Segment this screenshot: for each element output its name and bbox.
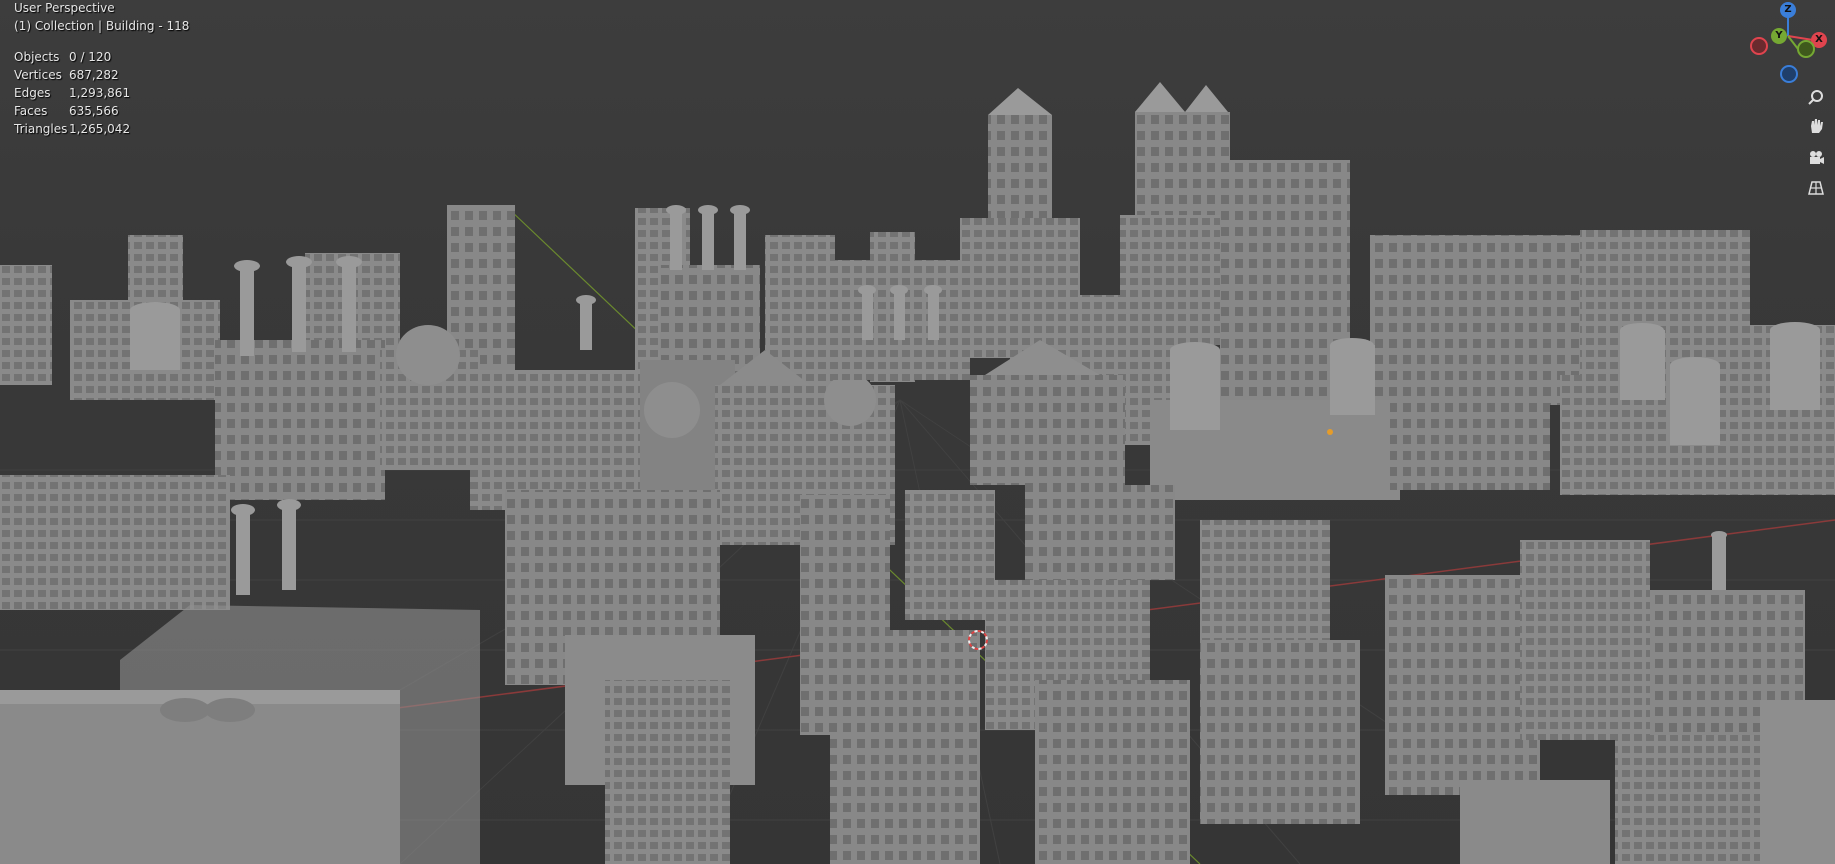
pan-button[interactable]	[1803, 113, 1829, 139]
collection-label: (1) Collection | Building - 118	[14, 19, 190, 33]
stat-faces: Faces 635,566	[14, 102, 130, 120]
3d-viewport[interactable]: User Perspective (1) Collection | Buildi…	[0, 0, 1835, 864]
foreground-buildings	[0, 475, 1835, 864]
zoom-button[interactable]	[1803, 84, 1829, 110]
gizmo-neg-x-axis[interactable]	[1750, 37, 1768, 55]
camera-icon	[1810, 151, 1824, 164]
camera-view-button[interactable]	[1803, 145, 1829, 171]
zoom-icon	[1808, 90, 1823, 105]
stat-value: 635,566	[69, 104, 119, 118]
stat-vertices: Vertices 687,282	[14, 66, 130, 84]
stat-objects: Objects 0 / 120	[14, 48, 130, 66]
stat-value: 1,265,042	[69, 122, 131, 136]
stat-label: Faces	[14, 104, 48, 118]
gizmo-neg-z-axis[interactable]	[1780, 65, 1798, 83]
stat-triangles: Triangles 1,265,042	[14, 120, 130, 138]
stat-label: Edges	[14, 86, 51, 100]
stat-value: 0 / 120	[69, 50, 112, 64]
stat-value: 687,282	[69, 68, 119, 82]
navigation-gizmo[interactable]: Z X Y	[1750, 0, 1835, 84]
city-scene	[0, 60, 1835, 864]
origin-dot	[1327, 429, 1333, 435]
grid-ortho-icon	[1808, 181, 1824, 195]
gizmo-neg-y-axis[interactable]	[1797, 40, 1815, 58]
pan-hand-icon	[1811, 119, 1823, 133]
stat-value: 1,293,861	[69, 86, 131, 100]
gizmo-z-axis[interactable]: Z	[1780, 2, 1796, 18]
stat-label: Vertices	[14, 68, 62, 82]
mid-buildings	[70, 160, 1835, 545]
stat-edges: Edges 1,293,861	[14, 84, 130, 102]
stat-label: Triangles	[14, 122, 68, 136]
view-name-label: User Perspective	[14, 1, 115, 15]
projection-toggle-button[interactable]	[1803, 175, 1829, 201]
gizmo-y-axis[interactable]: Y	[1771, 28, 1787, 44]
stat-label: Objects	[14, 50, 60, 64]
scene-statistics: Objects 0 / 120 Vertices 687,282 Edges 1…	[14, 48, 130, 138]
